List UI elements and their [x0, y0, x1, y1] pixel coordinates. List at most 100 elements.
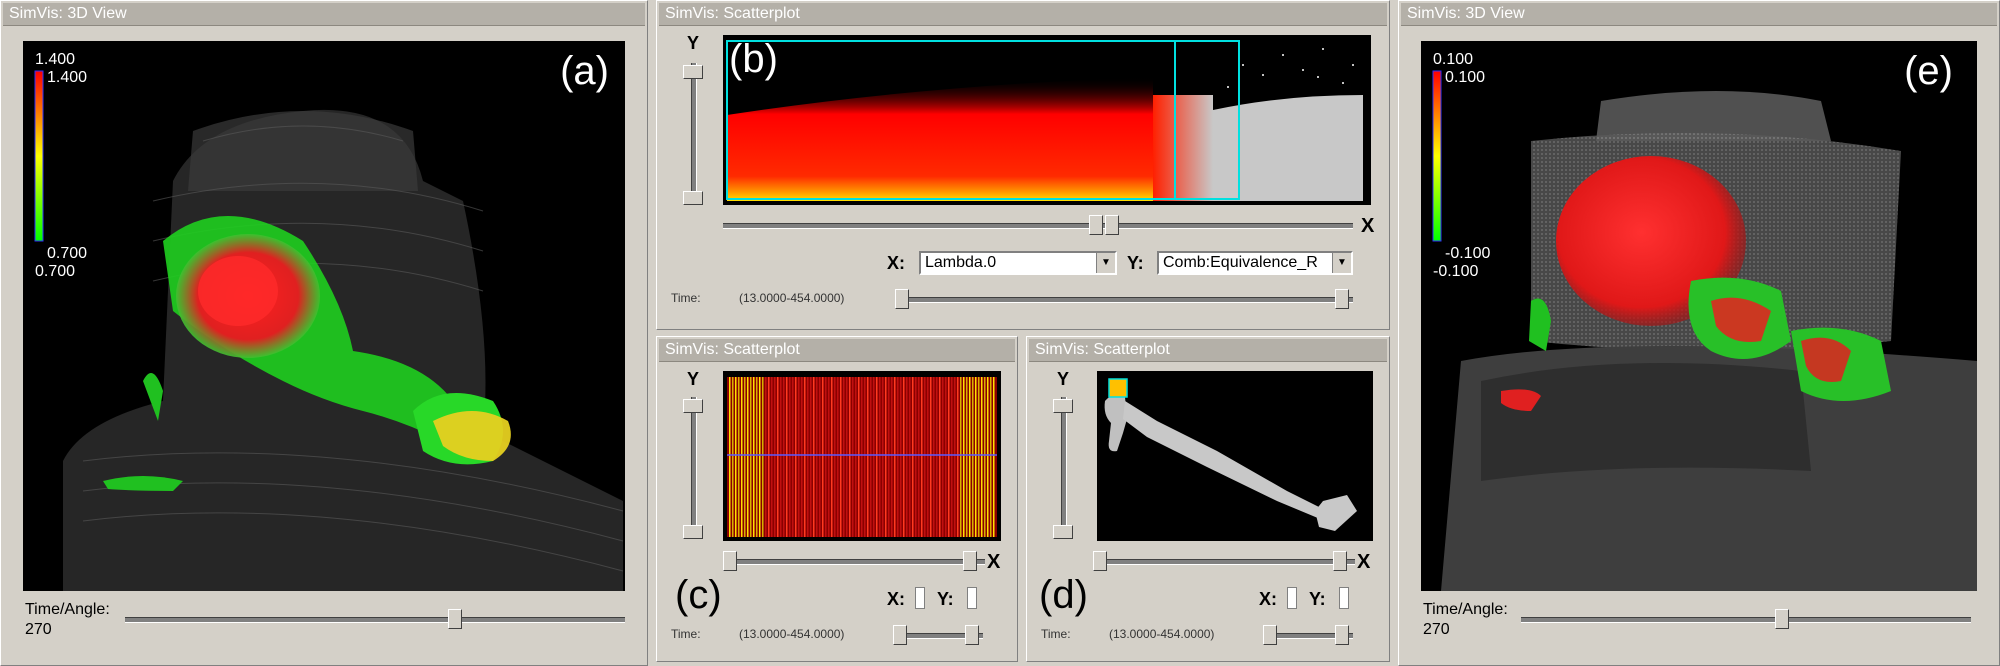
scatter-c-stripe — [900, 377, 902, 537]
time-slider-c-right-thumb[interactable] — [965, 625, 979, 645]
y-axis-label-b: Y: — [1127, 253, 1144, 273]
y-range-slider-d-top-thumb[interactable] — [1053, 399, 1073, 413]
3d-view-e-canvas[interactable]: 0.100 0.100 -0.100 -0.100 (e) — [1421, 41, 1977, 591]
figure-label-c: (c) — [675, 573, 722, 617]
x-axis-close-b[interactable]: X — [1361, 215, 1374, 238]
chevron-down-icon[interactable]: ▼ — [1332, 253, 1351, 273]
scatter-c-stripe — [987, 377, 989, 537]
time-label-b: Time: — [671, 291, 701, 305]
scatter-c-stripe — [780, 377, 782, 537]
legend-a-min: 0.700 — [47, 245, 88, 262]
y-axis-slider-label-b: Y — [687, 33, 700, 53]
scatter-c-stripe — [873, 377, 875, 537]
x-range-slider-d-right-thumb[interactable] — [1333, 551, 1347, 571]
x-range-slider-c-left-thumb[interactable] — [723, 551, 737, 571]
panel-e-title: SimVis: 3D View — [1401, 3, 1997, 26]
y-axis-select-b[interactable]: Comb:Equivalence_R ▼ — [1157, 251, 1353, 275]
scatter-c-stripe — [777, 377, 779, 537]
scatter-c-stripe — [918, 377, 920, 537]
scatter-c-stripe — [879, 377, 881, 537]
x-range-slider-b-left-thumb[interactable] — [1089, 215, 1103, 235]
time-angle-slider-a[interactable] — [125, 617, 625, 623]
scatter-c-stripe — [930, 377, 932, 537]
time-slider-c-left-thumb[interactable] — [893, 625, 907, 645]
scatter-c-stripe — [810, 377, 812, 537]
scatterplot-d-canvas[interactable] — [1097, 371, 1373, 541]
scatter-c-stripe — [738, 377, 740, 537]
scatter-c-stripe — [840, 377, 842, 537]
x-range-slider-c-right-thumb[interactable] — [963, 551, 977, 571]
scatter-c-stripe — [852, 377, 854, 537]
scatter-c-stripe — [882, 377, 884, 537]
time-angle-slider-e[interactable] — [1521, 617, 1971, 623]
time-angle-slider-a-thumb[interactable] — [448, 609, 462, 629]
figure-label-e: (e) — [1904, 49, 1953, 93]
scatter-c-stripe — [966, 377, 968, 537]
x-axis-close-d[interactable]: X — [1357, 551, 1370, 574]
3d-view-a-canvas[interactable]: 1.400 1.400 0.700 0.700 (a) — [23, 41, 625, 591]
scatter-c-stripe — [909, 377, 911, 537]
scatter-c-stripe — [792, 377, 794, 537]
scatter-c-stripe — [786, 377, 788, 537]
scatterplot-b-canvas[interactable]: (b) — [723, 35, 1371, 205]
time-slider-d-right-thumb[interactable] — [1335, 625, 1349, 645]
scatter-c-stripe — [978, 377, 980, 537]
y-axis-select-d[interactable] — [1339, 587, 1349, 609]
x-range-slider-b-right-thumb[interactable] — [1105, 215, 1119, 235]
chevron-down-icon[interactable]: ▼ — [1096, 253, 1115, 273]
panel-scatterplot-b: SimVis: Scatterplot Y (b) X X: Lambda.0 … — [656, 0, 1390, 330]
scatter-c-stripe — [747, 377, 749, 537]
y-range-slider-d[interactable] — [1061, 397, 1067, 537]
scatterplot-c-canvas[interactable] — [723, 371, 1001, 541]
panel-scatterplot-d: SimVis: Scatterplot Y X (d) X: Y: Time: … — [1026, 336, 1390, 662]
scatter-c-stripe — [948, 377, 950, 537]
x-range-slider-d[interactable] — [1093, 559, 1355, 565]
panel-scatterplot-c: SimVis: Scatterplot Y X (c) X: Y: Time: … — [656, 336, 1018, 662]
figure-label-d: (d) — [1039, 573, 1088, 617]
x-axis-select-b-value: Lambda.0 — [925, 254, 997, 271]
figure-label-b: (b) — [729, 37, 778, 81]
legend-e-bottom: -0.100 — [1433, 263, 1479, 280]
panel-d-title: SimVis: Scatterplot — [1029, 339, 1387, 362]
y-range-slider-b-top-thumb[interactable] — [683, 65, 703, 79]
y-range-slider-c-bottom-thumb[interactable] — [683, 525, 703, 539]
x-range-slider-d-left-thumb[interactable] — [1093, 551, 1107, 571]
y-range-slider-c-top-thumb[interactable] — [683, 399, 703, 413]
scatter-c-stripe — [795, 377, 797, 537]
y-range-slider-c[interactable] — [691, 397, 697, 537]
time-angle-slider-e-thumb[interactable] — [1775, 609, 1789, 629]
time-label-c: Time: — [671, 627, 701, 641]
scatter-c-stripe — [825, 377, 827, 537]
x-range-slider-b[interactable] — [723, 223, 1353, 229]
scatter-c-stripe — [750, 377, 752, 537]
y-range-slider-d-bottom-thumb[interactable] — [1053, 525, 1073, 539]
time-slider-b[interactable] — [897, 297, 1353, 303]
scatter-c-stripe — [789, 377, 791, 537]
scatter-c-stripe — [762, 377, 764, 537]
scatter-c-stripe — [822, 377, 824, 537]
scatter-c-stripe — [756, 377, 758, 537]
y-axis-select-c[interactable] — [967, 587, 977, 609]
x-axis-close-c[interactable]: X — [987, 551, 1000, 574]
legend-a-bottom: 0.700 — [35, 263, 76, 280]
time-slider-b-left-thumb[interactable] — [895, 289, 909, 309]
time-slider-b-right-thumb[interactable] — [1335, 289, 1349, 309]
x-range-slider-c[interactable] — [723, 559, 985, 565]
x-axis-select-b[interactable]: Lambda.0 ▼ — [919, 251, 1117, 275]
scatter-c-stripe — [936, 377, 938, 537]
scatter-c-stripe — [837, 377, 839, 537]
scatter-c-stripe — [897, 377, 899, 537]
panel-3d-view-e: SimVis: 3D View 0.100 0.100 -0.100 -0.10… — [1398, 0, 2000, 666]
y-axis-slider-label-c: Y — [687, 369, 700, 389]
y-axis-label-d: Y: — [1309, 589, 1326, 609]
scatter-c-stripe — [774, 377, 776, 537]
scatter-c-stripe — [732, 377, 734, 537]
panel-a-title: SimVis: 3D View — [3, 3, 645, 26]
y-range-slider-b-bottom-thumb[interactable] — [683, 191, 703, 205]
time-slider-d-left-thumb[interactable] — [1263, 625, 1277, 645]
scatter-c-stripe — [849, 377, 851, 537]
y-range-slider-b[interactable] — [691, 63, 697, 203]
x-axis-select-d[interactable] — [1287, 587, 1297, 609]
x-axis-select-c[interactable] — [915, 587, 925, 609]
legend-a-max: 1.400 — [47, 69, 88, 86]
